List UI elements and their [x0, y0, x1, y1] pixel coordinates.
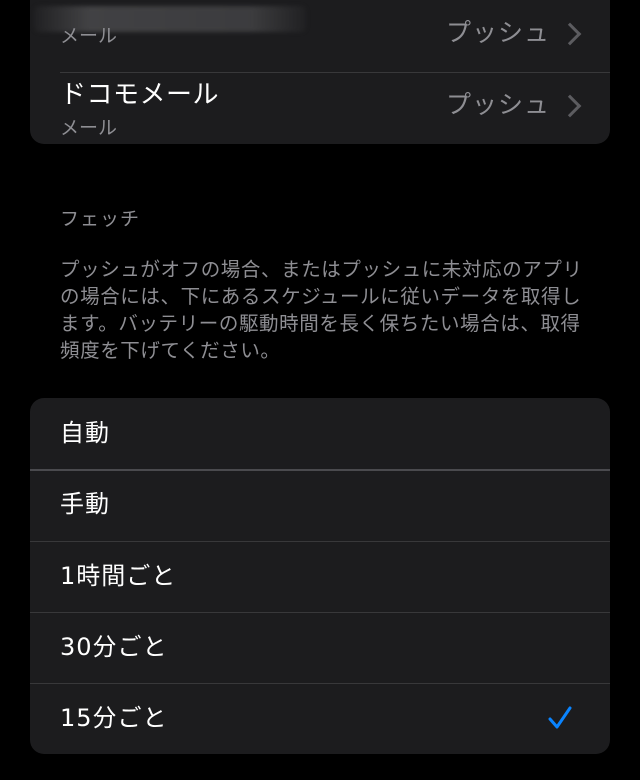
account-row-docomo-mail[interactable]: ドコモメール メール プッシュ: [30, 72, 610, 144]
checkmark-icon: [548, 706, 572, 729]
fetch-option-label: 手動: [60, 490, 110, 518]
account-fetch-value: プッシュ: [445, 90, 550, 119]
fetch-option-label: 自動: [60, 419, 110, 447]
fetch-option-hourly[interactable]: 1時間ごと: [30, 541, 610, 612]
fetch-option-label: 30分ごと: [60, 633, 168, 661]
fetch-option-15min[interactable]: 15分ごと: [30, 683, 610, 754]
fetch-option-manual[interactable]: 手動: [30, 469, 610, 540]
fetch-section-header: フェッチ: [60, 208, 141, 230]
fetch-option-label: 1時間ごと: [60, 562, 177, 590]
account-fetch-value: プッシュ: [445, 18, 550, 47]
divider: [60, 72, 610, 73]
account-subtitle: メール: [60, 25, 118, 47]
fetch-option-auto[interactable]: 自動: [30, 398, 610, 469]
fetch-options-group: 自動 手動 1時間ごと 30分ごと 15分ごと: [30, 398, 610, 754]
accounts-group: メール プッシュ ドコモメール メール プッシュ: [30, 0, 610, 144]
account-row-blurred[interactable]: メール プッシュ: [30, 0, 610, 72]
account-name: ドコモメール: [60, 80, 220, 110]
divider: [30, 683, 610, 684]
fetch-option-30min[interactable]: 30分ごと: [30, 612, 610, 683]
chevron-right-icon: [558, 22, 582, 46]
divider: [30, 541, 610, 542]
chevron-right-icon: [558, 94, 582, 118]
fetch-option-label: 15分ごと: [60, 704, 168, 732]
divider: [30, 469, 610, 471]
account-subtitle: メール: [60, 117, 118, 139]
divider: [30, 612, 610, 613]
fetch-section-description: プッシュがオフの場合、またはプッシュに未対応のアプリの場合には、下にあるスケジュ…: [60, 258, 583, 362]
